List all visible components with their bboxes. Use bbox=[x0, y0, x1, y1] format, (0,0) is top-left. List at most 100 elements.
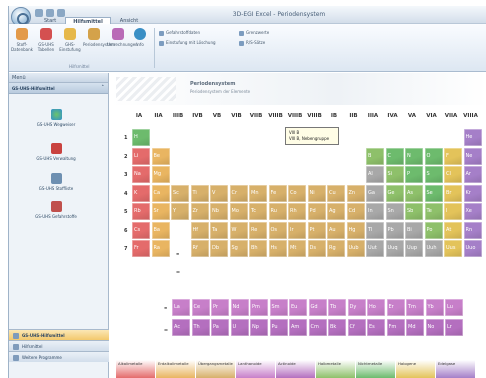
element-cell[interactable]: Li bbox=[132, 148, 150, 165]
element-cell[interactable]: Pa bbox=[211, 319, 229, 336]
element-cell[interactable]: Mn bbox=[249, 185, 267, 202]
element-cell[interactable]: Ce bbox=[192, 299, 210, 316]
element-cell[interactable]: Es bbox=[367, 319, 385, 336]
element-cell[interactable]: Ni bbox=[308, 185, 326, 202]
element-cell[interactable]: Lr bbox=[445, 319, 463, 336]
element-cell[interactable]: Cu bbox=[327, 185, 345, 202]
element-cell[interactable]: Os bbox=[269, 222, 287, 239]
element-cell[interactable]: Al bbox=[366, 166, 384, 183]
element-cell[interactable]: Uup bbox=[405, 240, 423, 257]
element-cell[interactable]: Cm bbox=[309, 319, 327, 336]
save-icon[interactable] bbox=[35, 9, 43, 17]
element-cell[interactable]: Md bbox=[406, 319, 424, 336]
element-cell[interactable]: Ra bbox=[152, 240, 170, 257]
element-cell[interactable]: Zr bbox=[191, 203, 209, 220]
element-cell[interactable]: H bbox=[132, 129, 150, 146]
element-cell[interactable]: Uuo bbox=[464, 240, 482, 257]
sidebar-item-stoffliste[interactable]: GS-UHS Stoffliste bbox=[21, 173, 91, 191]
rs-saetze-button[interactable]: R/S-Sätze bbox=[239, 40, 265, 46]
umrechnungen-button[interactable]: Umrechnungen bbox=[107, 28, 138, 47]
element-cell[interactable]: Ta bbox=[210, 222, 228, 239]
element-cell[interactable]: Sb bbox=[405, 203, 423, 220]
element-cell[interactable]: Zn bbox=[347, 185, 365, 202]
grenzwerte-button[interactable]: Grenzwerte bbox=[239, 30, 269, 36]
element-cell[interactable]: Fr bbox=[132, 240, 150, 257]
element-cell[interactable]: Cf bbox=[348, 319, 366, 336]
element-cell[interactable]: Sm bbox=[270, 299, 288, 316]
element-cell[interactable]: Kr bbox=[464, 185, 482, 202]
element-cell[interactable]: Bk bbox=[328, 319, 346, 336]
element-cell[interactable]: Se bbox=[425, 185, 443, 202]
element-cell[interactable]: Nd bbox=[231, 299, 249, 316]
element-cell[interactable]: Ba bbox=[152, 222, 170, 239]
element-cell[interactable]: Si bbox=[386, 166, 404, 183]
element-cell[interactable]: Pr bbox=[211, 299, 229, 316]
element-cell[interactable]: Mo bbox=[230, 203, 248, 220]
element-cell[interactable]: Hs bbox=[269, 240, 287, 257]
element-cell[interactable]: Uuh bbox=[425, 240, 443, 257]
element-cell[interactable]: Sc bbox=[171, 185, 189, 202]
periodensystem-button[interactable]: Periodensystem bbox=[83, 28, 115, 47]
element-cell[interactable]: Bh bbox=[249, 240, 267, 257]
element-cell[interactable]: Po bbox=[425, 222, 443, 239]
element-cell[interactable]: Uut bbox=[366, 240, 384, 257]
element-cell[interactable]: Rb bbox=[132, 203, 150, 220]
element-cell[interactable]: Fe bbox=[269, 185, 287, 202]
element-cell[interactable]: Cr bbox=[230, 185, 248, 202]
element-cell[interactable]: Th bbox=[192, 319, 210, 336]
element-cell[interactable]: Hg bbox=[347, 222, 365, 239]
element-cell[interactable]: Cs bbox=[132, 222, 150, 239]
element-cell[interactable]: Sg bbox=[230, 240, 248, 257]
element-cell[interactable]: Sn bbox=[386, 203, 404, 220]
element-cell[interactable]: Dy bbox=[348, 299, 366, 316]
element-cell[interactable]: Tb bbox=[328, 299, 346, 316]
element-cell[interactable]: Ds bbox=[308, 240, 326, 257]
tabellen-button[interactable]: GS-UHS Tabellen bbox=[35, 28, 57, 52]
element-cell[interactable]: Fm bbox=[387, 319, 405, 336]
element-cell[interactable]: Xe bbox=[464, 203, 482, 220]
element-cell[interactable]: Ne bbox=[464, 148, 482, 165]
element-cell[interactable]: At bbox=[444, 222, 462, 239]
element-cell[interactable]: Bi bbox=[405, 222, 423, 239]
element-cell[interactable]: Lu bbox=[445, 299, 463, 316]
element-cell[interactable]: C bbox=[386, 148, 404, 165]
element-cell[interactable]: Pb bbox=[386, 222, 404, 239]
ghs-einstufung-button[interactable]: GHS-Einstufung bbox=[59, 28, 81, 52]
element-cell[interactable]: Eu bbox=[289, 299, 307, 316]
element-cell[interactable]: Uus bbox=[444, 240, 462, 257]
element-cell[interactable]: Rn bbox=[464, 222, 482, 239]
element-cell[interactable]: Ho bbox=[367, 299, 385, 316]
element-cell[interactable]: Pt bbox=[308, 222, 326, 239]
element-cell[interactable]: Re bbox=[249, 222, 267, 239]
element-cell[interactable]: No bbox=[426, 319, 444, 336]
element-cell[interactable]: Yb bbox=[426, 299, 444, 316]
element-cell[interactable]: Ar bbox=[464, 166, 482, 183]
element-cell[interactable]: In bbox=[366, 203, 384, 220]
element-cell[interactable]: Uuq bbox=[386, 240, 404, 257]
element-cell[interactable]: Rh bbox=[288, 203, 306, 220]
element-cell[interactable]: Pd bbox=[308, 203, 326, 220]
element-cell[interactable]: Ca bbox=[152, 185, 170, 202]
element-cell[interactable]: Ge bbox=[386, 185, 404, 202]
element-cell[interactable]: Rf bbox=[191, 240, 209, 257]
element-cell[interactable]: Au bbox=[327, 222, 345, 239]
element-cell[interactable]: Cl bbox=[444, 166, 462, 183]
element-cell[interactable]: La bbox=[172, 299, 190, 316]
element-cell[interactable]: Er bbox=[387, 299, 405, 316]
element-cell[interactable]: Cd bbox=[347, 203, 365, 220]
element-cell[interactable]: Te bbox=[425, 203, 443, 220]
element-cell[interactable]: Mg bbox=[152, 166, 170, 183]
element-cell[interactable]: Nb bbox=[210, 203, 228, 220]
redo-icon[interactable] bbox=[57, 9, 65, 17]
element-cell[interactable]: Tl bbox=[366, 222, 384, 239]
element-cell[interactable]: V bbox=[210, 185, 228, 202]
element-cell[interactable]: N bbox=[405, 148, 423, 165]
element-cell[interactable]: Ga bbox=[366, 185, 384, 202]
element-cell[interactable]: Ag bbox=[327, 203, 345, 220]
element-cell[interactable]: Tm bbox=[406, 299, 424, 316]
stoff-datenbank-button[interactable]: Stoff-Datenbank bbox=[11, 28, 33, 52]
element-cell[interactable]: B bbox=[366, 148, 384, 165]
element-cell[interactable]: Db bbox=[210, 240, 228, 257]
element-cell[interactable]: As bbox=[405, 185, 423, 202]
sidebar-item-verwaltung[interactable]: GS-UHS Verwaltung bbox=[21, 143, 91, 161]
